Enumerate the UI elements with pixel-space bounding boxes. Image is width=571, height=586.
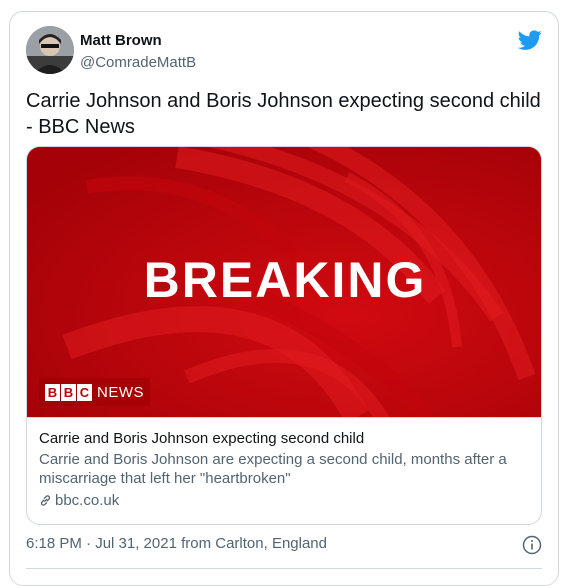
bbc-logo-block: B <box>45 383 60 401</box>
info-icon[interactable] <box>522 535 542 555</box>
avatar[interactable] <box>26 26 74 74</box>
author-name[interactable]: Matt Brown <box>80 32 162 49</box>
link-card[interactable]: BREAKING B B C NEWS Carrie and Boris Joh… <box>26 146 542 525</box>
author-handle[interactable]: @ComradeMattB <box>80 54 196 71</box>
tweet-timestamp[interactable]: 6:18 PM · Jul 31, 2021 from Carlton, Eng… <box>26 535 327 552</box>
card-image[interactable]: BREAKING B B C NEWS <box>27 147 541 417</box>
card-description: Carrie and Boris Johnson are expecting a… <box>39 451 507 487</box>
bbc-logo-block: C <box>77 383 92 401</box>
bbc-logo-block: B <box>61 383 76 401</box>
tweet-embed: Matt Brown @ComradeMattB Carrie Johnson … <box>9 11 559 586</box>
breaking-headline: BREAKING <box>143 252 427 308</box>
card-domain[interactable]: bbc.co.uk <box>39 491 529 510</box>
tweet-text: Carrie Johnson and Boris Johnson expecti… <box>26 90 541 138</box>
divider <box>26 568 542 569</box>
card-domain-text[interactable]: bbc.co.uk <box>55 491 119 510</box>
card-title[interactable]: Carrie and Boris Johnson expecting secon… <box>39 429 529 448</box>
card-body[interactable]: Carrie and Boris Johnson expecting secon… <box>27 417 541 524</box>
bbc-logo-word: NEWS <box>97 383 144 401</box>
link-icon <box>40 495 51 506</box>
twitter-bird-icon[interactable] <box>518 28 542 52</box>
bbc-news-logo: B B C NEWS <box>39 378 150 406</box>
